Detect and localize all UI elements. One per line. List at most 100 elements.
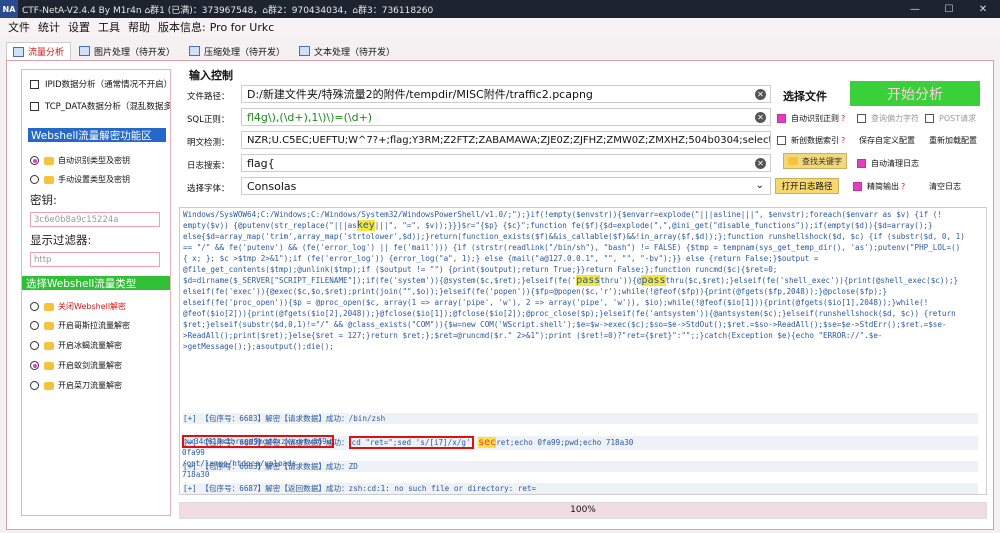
- auto-regex-label: 自动识别正则: [791, 114, 839, 123]
- help-icon[interactable]: ?: [841, 136, 845, 145]
- sql-regex-label: SQL正则：: [187, 115, 230, 125]
- radio-label: 自动识别类型及密钥: [58, 156, 130, 165]
- code-line: { x; }; $c >$tmp 2>&1");if (fe('error_lo…: [183, 254, 819, 263]
- progress-bar: 100%: [179, 502, 987, 519]
- tab-traffic[interactable]: 流量分析: [6, 42, 72, 60]
- highlight-sec: sec: [478, 437, 497, 448]
- key-label: 密钥:: [30, 193, 57, 207]
- plaintext-value: NZR;U.C5EC;UEFTU;W^7?+;flag;Y3RM;Z2FTZ;Z…: [247, 134, 771, 146]
- menu-file[interactable]: 文件: [8, 19, 30, 35]
- result-lines: xx34d619x1brxgd9mgd4xzxwxytv669w 0fa99 /…: [182, 435, 335, 480]
- check-tcp-data[interactable]: TCP_DATA数据分析（混乱数据多）: [30, 100, 170, 112]
- radio-label: 关闭Webshell解密: [58, 302, 127, 311]
- clear-log-button[interactable]: 清空日志: [929, 181, 961, 192]
- highlight-key: key: [356, 220, 375, 231]
- radio-icon: [30, 341, 39, 350]
- hand-icon: [788, 157, 798, 165]
- tab-bar: 流量分析 图片处理（待开发） 压缩处理（待开发） 文本处理（待开发）: [6, 40, 403, 60]
- filter-input[interactable]: http: [30, 252, 160, 267]
- tab-zip[interactable]: 压缩处理（待开发）: [183, 42, 291, 60]
- tab-text[interactable]: 文本处理（待开发）: [293, 42, 401, 60]
- hand-icon: [44, 321, 54, 330]
- new-index-check[interactable]: 新创数据索引?: [777, 135, 845, 146]
- log-line: [+] 【包序号：6687】解密【返回数据】成功：zsh:cd:1: no su…: [183, 483, 978, 494]
- code-line: @file_get_contents($tmp);@unlink($tmp);i…: [183, 265, 778, 274]
- menu-tools[interactable]: 工具: [98, 19, 120, 35]
- hand-icon: [44, 381, 54, 390]
- radio-auto-key[interactable]: 自动识别类型及密钥: [30, 155, 130, 166]
- find-keyword-button[interactable]: 查找关键字: [783, 153, 847, 169]
- auto-regex-check[interactable]: 自动识别正则?: [777, 113, 845, 124]
- code-line: >ReadAll();print($ret);}else{$ret = 127;…: [183, 331, 883, 340]
- checkbox-icon: [777, 136, 786, 145]
- log-search-label: 日志搜索：: [187, 161, 230, 171]
- save-config-button[interactable]: 保存自定义配置: [859, 135, 915, 146]
- code-line: == "/" && fe('putenv') && (fe('error_log…: [183, 243, 961, 252]
- code-line: elseif(fe('exec')){@exec($c,$o,$ret);pri…: [183, 287, 888, 296]
- font-select[interactable]: Consolas ⌄: [241, 177, 771, 195]
- menu-settings[interactable]: 设置: [68, 19, 90, 35]
- radio-caidao[interactable]: 开启菜刀流量解密: [30, 380, 122, 391]
- close-icon[interactable]: ✕: [966, 0, 1000, 18]
- menu-help[interactable]: 帮助: [128, 19, 150, 35]
- tab-icon: [79, 46, 91, 56]
- radio-manual-key[interactable]: 手动设置类型及密钥: [30, 174, 130, 185]
- radio-icon: [30, 302, 39, 311]
- help-icon[interactable]: ?: [901, 182, 905, 191]
- radio-icon: [30, 321, 39, 330]
- post-request-check[interactable]: POST请求: [925, 113, 976, 124]
- checkbox-icon: [853, 182, 862, 191]
- open-log-path-button[interactable]: 打开日志路径: [775, 178, 839, 194]
- reload-config-button[interactable]: 重新加载配置: [929, 135, 977, 146]
- select-file-button[interactable]: 选择文件: [783, 88, 827, 104]
- radio-label: 开启蚁剑流量解密: [58, 361, 122, 370]
- maximize-icon[interactable]: ☐: [932, 0, 966, 18]
- file-path-label: 文件路径：: [187, 92, 230, 102]
- menu-stats[interactable]: 统计: [38, 19, 60, 35]
- radio-antsword[interactable]: 开启蚁剑流量解密: [30, 360, 122, 371]
- radio-icon: [30, 156, 39, 165]
- radio-label: 开启冰蝎流量解密: [58, 341, 122, 350]
- check-ipid[interactable]: IPID数据分析（通常情况不开启）: [30, 78, 170, 90]
- query-char-check[interactable]: 查询偏力字符: [857, 113, 919, 124]
- sql-regex-input[interactable]: fl4g\),(\d+),1\)\)=(\d+) ✕: [241, 108, 771, 126]
- code-line: empty($v)) {@putenv(str_replace("|||aske…: [183, 220, 933, 231]
- key-input[interactable]: 3c6e0b8a9c15224a: [30, 212, 160, 227]
- find-keyword-label: 查找关键字: [802, 156, 842, 166]
- radio-close-webshell[interactable]: 关闭Webshell解密: [30, 301, 126, 312]
- font-label: 选择字体：: [187, 184, 230, 194]
- start-analysis-button[interactable]: 开始分析: [850, 81, 980, 106]
- window-title: CTF-NetA-V2.4.4 By M1r4n ⌂群1 (已满)：373967…: [22, 5, 434, 16]
- clear-icon[interactable]: ✕: [755, 158, 766, 169]
- radio-icon: [30, 361, 39, 370]
- help-icon[interactable]: ?: [841, 114, 845, 123]
- plaintext-label: 明文检测：: [187, 138, 230, 148]
- precise-output-check[interactable]: 精简输出?: [853, 181, 905, 192]
- checkbox-icon: [30, 101, 39, 111]
- checkbox-icon: [30, 79, 39, 89]
- radio-behinder[interactable]: 开启冰蝎流量解密: [30, 340, 122, 351]
- menu-version[interactable]: 版本信息:: [158, 19, 206, 35]
- minimize-icon[interactable]: —: [898, 0, 932, 18]
- checkbox-icon: [925, 114, 934, 123]
- clear-icon[interactable]: ✕: [755, 89, 766, 100]
- webshell-type-title: 选择Webshell流量类型: [22, 276, 170, 290]
- result-line: 718a30: [182, 470, 210, 479]
- version-text: Pro for Urkc: [209, 20, 275, 34]
- main-panel: IPID数据分析（通常情况不开启） TCP_DATA数据分析（混乱数据多） We…: [6, 60, 994, 530]
- hand-icon: [44, 302, 54, 311]
- code-line: @feof($io[2])){print(@fgets($io[2],2048)…: [183, 309, 956, 318]
- log-search-input[interactable]: flag{ ✕: [241, 154, 771, 172]
- command-highlight-box: cd "ret=";sed 's/[i7]/x/g': [348, 436, 474, 449]
- tab-label: 流量分析: [28, 48, 65, 58]
- file-path-input[interactable]: D:/新建文件夹/特殊流量2的附件/tempdir/MISC附件/traffic…: [241, 85, 771, 103]
- plaintext-input[interactable]: NZR;U.C5EC;UEFTU;W^7?+;flag;Y3RM;Z2FTZ;Z…: [241, 131, 771, 149]
- tab-icon: [189, 46, 201, 56]
- code-line: >getMessage();};asoutput();die();: [183, 342, 334, 351]
- tab-image[interactable]: 图片处理（待开发）: [73, 42, 181, 60]
- clear-icon[interactable]: ✕: [755, 112, 766, 123]
- code-line: elseif(fe('proc_open')){$p = @proc_open(…: [183, 298, 929, 307]
- radio-godzilla[interactable]: 开启哥斯拉流量解密: [30, 320, 130, 331]
- auto-clear-log-check[interactable]: 自动清理日志: [857, 158, 919, 169]
- log-search-value: flag{: [247, 156, 275, 170]
